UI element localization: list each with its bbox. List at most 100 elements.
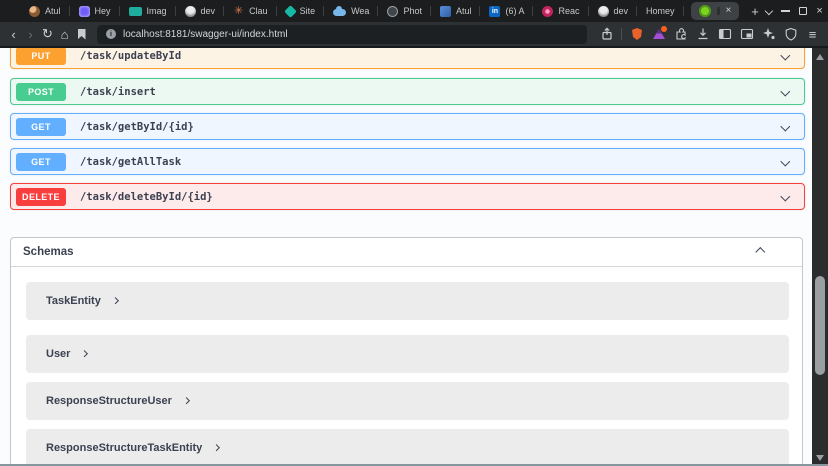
endpoint-get-getalltask[interactable]: GET /task/getAllTask [10, 148, 805, 175]
notification-dot [661, 26, 667, 32]
method-badge-get: GET [16, 153, 66, 171]
downloads-button[interactable] [693, 24, 712, 44]
schemas-title: Schemas [23, 246, 74, 258]
refresh-button[interactable]: ↻ [40, 24, 55, 44]
toolbar-actions: ≡ [597, 24, 822, 44]
tab-linkedin[interactable]: (6) A [480, 0, 533, 22]
endpoint-put-updatebyid[interactable]: PUT /task/updateById [10, 48, 805, 69]
schema-responsestructureuser[interactable]: ResponseStructureUser [26, 382, 789, 420]
bookmark-icon [78, 29, 86, 40]
schemas-header[interactable]: Schemas [11, 238, 802, 267]
extension-notification-button[interactable] [649, 24, 668, 44]
share-button[interactable] [597, 24, 616, 44]
chevron-right-icon [81, 350, 89, 358]
teal-diamond-icon [284, 5, 297, 18]
tab-dev-1[interactable]: dev [176, 0, 225, 22]
menu-button[interactable]: ≡ [803, 24, 822, 44]
method-badge-put: PUT [16, 48, 66, 65]
chevron-down-icon [781, 87, 790, 96]
bookmark-button[interactable] [74, 24, 89, 44]
sidebar-button[interactable] [715, 24, 734, 44]
protection-button[interactable] [781, 24, 800, 44]
forward-button[interactable]: › [23, 24, 38, 44]
home-button[interactable]: ⌂ [57, 24, 72, 44]
tab-dev-2[interactable]: dev [589, 0, 638, 22]
tab-image[interactable]: Imag [120, 0, 176, 22]
scroll-down-arrow-icon[interactable] [816, 455, 824, 461]
scrollbar-thumb[interactable] [815, 276, 825, 375]
sparkle-icon [762, 27, 776, 41]
minimize-icon [781, 10, 790, 12]
url-text[interactable]: localhost:8181/swagger-ui/index.html [123, 29, 288, 40]
tab-homey[interactable]: Homey [637, 0, 684, 22]
tab-label: dev [614, 6, 629, 16]
tab-label: Atul [456, 6, 472, 16]
endpoint-delete-deletebyid[interactable]: DELETE /task/deleteById/{id} [10, 183, 805, 210]
chevron-down-icon [781, 51, 790, 60]
chevron-right-icon [112, 297, 120, 305]
extensions-button[interactable] [671, 24, 690, 44]
close-tab-icon[interactable]: × [726, 6, 732, 16]
teal-card-icon [129, 7, 142, 16]
tab-label: (6) A [505, 6, 524, 16]
schemas-section: Schemas TaskEntity User ResponseStructur… [10, 237, 803, 466]
orange-shield-icon [630, 27, 644, 41]
tab-label: Clau [249, 6, 268, 16]
browser-window: Atul Hey Imag dev Clau Site Wea Phot [0, 0, 828, 466]
tab-atul-2[interactable]: Atul [431, 0, 481, 22]
endpoint-path: /task/getById/{id} [80, 121, 194, 133]
chevron-down-icon [781, 122, 790, 131]
endpoint-path: /task/insert [80, 86, 156, 98]
back-button[interactable]: ‹ [6, 24, 21, 44]
schema-name: TaskEntity [46, 295, 101, 307]
navigation-toolbar: ‹ › ↻ ⌂ i localhost:8181/swagger-ui/inde… [0, 22, 828, 48]
swagger-icon [699, 5, 711, 17]
tab-site[interactable]: Site [277, 0, 325, 22]
tab-photos[interactable]: Phot [378, 0, 431, 22]
scroll-up-arrow-icon[interactable] [816, 54, 824, 60]
vertical-scrollbar[interactable] [812, 48, 828, 466]
share-icon [600, 27, 614, 41]
tab-weather[interactable]: Wea [324, 0, 378, 22]
tab-label: Hey [95, 6, 111, 16]
globe-icon [387, 6, 398, 17]
minimize-button[interactable] [777, 0, 794, 22]
picture-in-picture-icon [740, 27, 754, 41]
schema-user[interactable]: User [26, 335, 789, 373]
puzzle-icon [674, 27, 688, 41]
tab-label: Homey [646, 6, 675, 16]
tab-atul-1[interactable]: Atul [20, 0, 70, 22]
endpoint-post-insert[interactable]: POST /task/insert [10, 78, 805, 105]
site-info-icon[interactable]: i [106, 29, 116, 39]
truncated-tab-title [717, 7, 720, 15]
tab-label: dev [201, 6, 216, 16]
tab-list-button[interactable] [761, 0, 778, 22]
tab-swagger-active[interactable]: × [691, 2, 740, 20]
picture-in-picture-button[interactable] [737, 24, 756, 44]
tab-label: Imag [147, 6, 167, 16]
chevron-down-icon [765, 7, 773, 15]
chevron-down-icon [781, 192, 790, 201]
app-purple-icon [79, 6, 90, 17]
chevron-up-icon [756, 247, 765, 256]
maximize-icon [799, 7, 807, 15]
tab-claude[interactable]: Clau [224, 0, 277, 22]
method-badge-get: GET [16, 118, 66, 136]
schema-taskentity[interactable]: TaskEntity [26, 282, 789, 320]
rewards-button[interactable] [627, 24, 646, 44]
window-close-button[interactable]: × [811, 0, 828, 22]
sidebar-panel-icon [718, 27, 732, 41]
method-badge-delete: DELETE [16, 188, 66, 206]
maximize-button[interactable] [794, 0, 811, 22]
tab-bar: Atul Hey Imag dev Clau Site Wea Phot [0, 0, 828, 22]
ai-assistant-button[interactable] [759, 24, 778, 44]
tab-react[interactable]: Reac [533, 0, 588, 22]
chevron-down-icon [781, 157, 790, 166]
endpoint-get-getbyid[interactable]: GET /task/getById/{id} [10, 113, 805, 140]
new-tab-button[interactable]: + [749, 4, 760, 19]
tab-hey[interactable]: Hey [70, 0, 120, 22]
schema-responsestructuretaskentity[interactable]: ResponseStructureTaskEntity [26, 429, 789, 466]
method-badge-post: POST [16, 83, 66, 101]
react-icon [542, 6, 553, 17]
address-bar[interactable]: i localhost:8181/swagger-ui/index.html [97, 25, 587, 44]
